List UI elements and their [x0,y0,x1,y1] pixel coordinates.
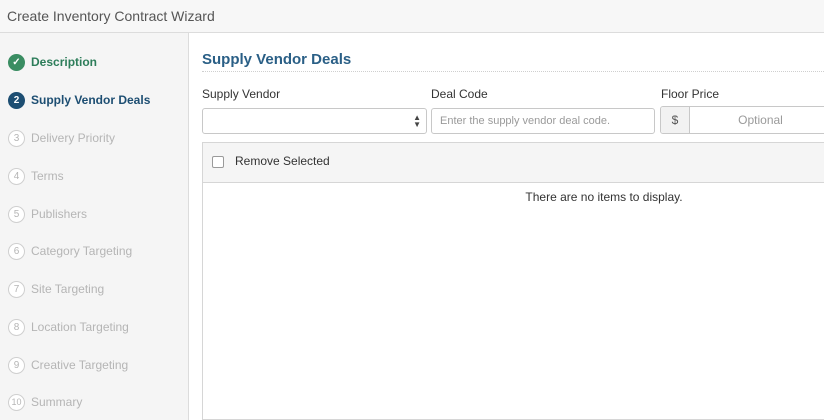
main-panel: Supply Vendor Deals Supply Vendor Deal C… [189,33,824,420]
step-label: Terms [31,169,64,183]
deal-code-input[interactable] [431,108,655,134]
empty-message: There are no items to display. [525,190,683,204]
supply-vendor-label: Supply Vendor [202,87,281,101]
select-arrows-icon: ▲ ▼ [413,113,421,129]
step-terms[interactable]: 4 Terms [8,166,64,186]
deals-grid: Remove Selected There are no items to di… [202,142,824,420]
remove-selected-button[interactable]: Remove Selected [235,154,330,168]
step-number: 7 [8,280,25,298]
step-number: 6 [8,242,25,260]
step-label: Location Targeting [31,320,129,334]
step-number: 9 [8,356,25,374]
step-description[interactable]: ✓ Description [8,52,97,72]
step-number: 3 [8,129,25,147]
step-supply-vendor-deals[interactable]: 2 Supply Vendor Deals [8,90,150,110]
wizard-title: Create Inventory Contract Wizard [7,8,215,24]
supply-vendor-select[interactable]: ▲ ▼ [202,108,427,134]
wizard-titlebar: Create Inventory Contract Wizard [0,0,824,33]
floor-price-input[interactable] [690,107,824,133]
step-delivery-priority[interactable]: 3 Delivery Priority [8,128,115,148]
floor-price-label: Floor Price [661,87,720,101]
step-label: Supply Vendor Deals [31,93,151,107]
step-label: Description [31,55,98,69]
check-icon: ✓ [8,53,25,71]
step-label: Creative Targeting [31,358,129,372]
currency-addon: $ [661,107,690,133]
step-number: 5 [8,205,25,223]
step-number: 2 [8,91,25,109]
step-creative-targeting[interactable]: 9 Creative Targeting [8,355,128,375]
step-number: 8 [8,318,25,336]
section-divider [202,71,824,72]
section-title: Supply Vendor Deals [202,51,352,68]
step-label: Delivery Priority [31,131,116,145]
step-label: Summary [31,395,83,409]
step-location-targeting[interactable]: 8 Location Targeting [8,317,129,337]
deal-code-label: Deal Code [431,87,488,101]
wizard-steps-sidebar: ✓ Description 2 Supply Vendor Deals 3 De… [0,33,189,420]
select-all-checkbox[interactable] [212,156,224,168]
step-category-targeting[interactable]: 6 Category Targeting [8,241,132,261]
step-label: Category Targeting [31,244,133,258]
step-label: Publishers [31,207,88,221]
step-label: Site Targeting [31,282,105,296]
grid-toolbar: Remove Selected [203,143,824,183]
step-number: 4 [8,167,25,185]
floor-price-group: $ [660,106,824,134]
step-publishers[interactable]: 5 Publishers [8,204,87,224]
step-number: 10 [8,393,25,411]
step-summary[interactable]: 10 Summary [8,392,82,412]
step-site-targeting[interactable]: 7 Site Targeting [8,279,104,299]
